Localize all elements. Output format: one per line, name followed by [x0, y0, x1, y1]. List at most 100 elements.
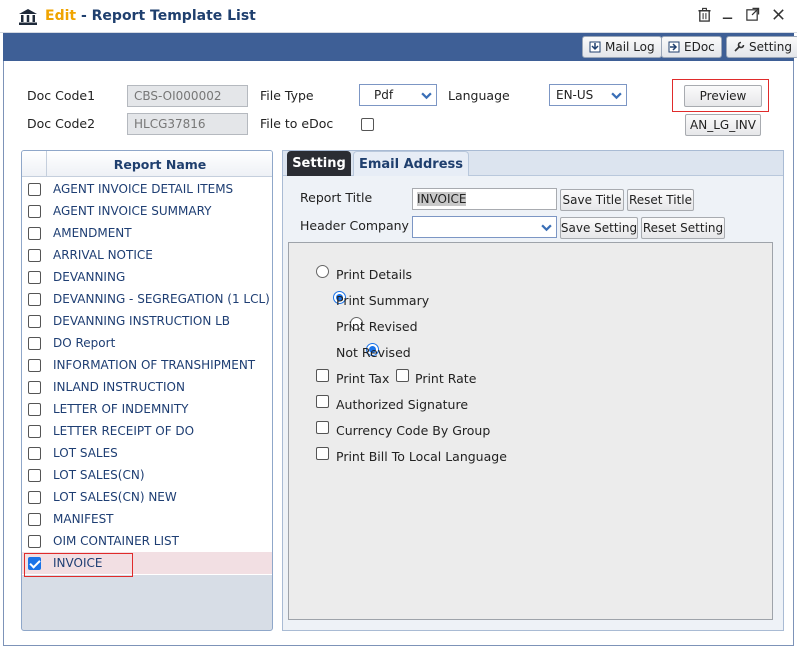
report-list-item[interactable]: AMENDMENT: [22, 222, 272, 244]
edoc-icon: [668, 41, 680, 53]
report-list-item[interactable]: LETTER RECEIPT OF DO: [22, 420, 272, 442]
report-item-checkbox[interactable]: [28, 336, 41, 350]
close-icon[interactable]: [769, 7, 787, 25]
report-list-item[interactable]: LOT SALES(CN) NEW: [22, 486, 272, 508]
report-item-checkbox[interactable]: [28, 204, 41, 218]
report-list: AGENT INVOICE DETAIL ITEMS AGENT INVOICE …: [22, 177, 272, 575]
chevron-down-icon: [416, 85, 436, 105]
report-item-name: DEVANNING - SEGREGATION (1 LCL): [53, 292, 270, 306]
report-item-name: DO Report: [53, 336, 116, 350]
language-select[interactable]: EN-US: [549, 84, 627, 106]
minimize-icon[interactable]: [718, 7, 736, 25]
authorized-signature-label: Authorized Signature: [336, 397, 469, 412]
report-list-item[interactable]: LOT SALES(CN): [22, 464, 272, 486]
report-item-checkbox[interactable]: [28, 556, 41, 570]
report-item-checkbox[interactable]: [28, 314, 41, 328]
report-item-checkbox[interactable]: [28, 512, 41, 526]
edoc-button[interactable]: EDoc: [661, 36, 722, 58]
chevron-down-icon: [536, 217, 556, 237]
report-list-item[interactable]: LETTER OF INDEMNITY: [22, 398, 272, 420]
report-list-item[interactable]: INVOICE: [22, 552, 272, 574]
not-revised-label: Not Revised: [336, 345, 411, 360]
print-tax-label: Print Tax: [336, 371, 390, 386]
report-item-name: LETTER OF INDEMNITY: [53, 402, 189, 416]
report-list-item[interactable]: DEVANNING - SEGREGATION (1 LCL): [22, 288, 272, 310]
report-item-checkbox[interactable]: [28, 468, 41, 482]
report-list-item[interactable]: LOT SALES: [22, 442, 272, 464]
report-item-name: OIM CONTAINER LIST: [53, 534, 179, 548]
print-details-label: Print Details: [336, 267, 413, 282]
save-setting-button[interactable]: Save Setting: [560, 217, 638, 239]
report-item-name: INLAND INSTRUCTION: [53, 380, 185, 394]
report-item-name: DEVANNING: [53, 270, 126, 284]
preview-button[interactable]: Preview: [684, 85, 762, 107]
report-item-checkbox[interactable]: [28, 424, 41, 438]
report-item-checkbox[interactable]: [28, 380, 41, 394]
report-list-item[interactable]: INFORMATION OF TRANSHIPMENT: [22, 354, 272, 376]
save-title-button[interactable]: Save Title: [560, 189, 624, 211]
report-item-checkbox[interactable]: [28, 534, 41, 548]
file-type-label: File Type: [260, 88, 314, 103]
print-revised-label: Print Revised: [336, 319, 418, 334]
report-list-item[interactable]: DO Report: [22, 332, 272, 354]
doc-code2-field: HLCG37816: [127, 113, 248, 135]
report-title-label: Report Title: [300, 190, 373, 205]
report-item-checkbox[interactable]: [28, 490, 41, 504]
tab-setting[interactable]: Setting: [287, 151, 351, 176]
currency-code-by-group-checkbox[interactable]: [316, 421, 329, 434]
window-title: Edit - Report Template List: [45, 8, 256, 24]
doc-code1-label: Doc Code1: [27, 88, 96, 103]
report-item-name: AGENT INVOICE SUMMARY: [53, 204, 212, 218]
maximize-icon[interactable]: [743, 7, 761, 25]
edit-mode-label: Edit: [45, 8, 77, 24]
report-item-name: INVOICE: [53, 556, 103, 570]
tab-strip: Setting Email Address: [283, 151, 783, 176]
print-details-radio[interactable]: [316, 265, 329, 278]
report-name-column-header[interactable]: Report Name: [48, 157, 272, 172]
report-item-name: LOT SALES(CN): [53, 468, 145, 482]
report-item-checkbox[interactable]: [28, 226, 41, 240]
report-item-checkbox[interactable]: [28, 248, 41, 262]
report-item-checkbox[interactable]: [28, 270, 41, 284]
reset-setting-button[interactable]: Reset Setting: [641, 217, 725, 239]
doc-code2-label: Doc Code2: [27, 116, 96, 131]
report-item-checkbox[interactable]: [28, 182, 41, 196]
report-item-name: AGENT INVOICE DETAIL ITEMS: [53, 182, 234, 196]
report-list-item[interactable]: ARRIVAL NOTICE: [22, 244, 272, 266]
report-item-checkbox[interactable]: [28, 402, 41, 416]
report-item-name: DEVANNING INSTRUCTION LB: [53, 314, 231, 328]
report-list-item[interactable]: DEVANNING: [22, 266, 272, 288]
report-list-item[interactable]: AGENT INVOICE SUMMARY: [22, 200, 272, 222]
report-item-checkbox[interactable]: [28, 292, 41, 306]
report-list-item[interactable]: AGENT INVOICE DETAIL ITEMS: [22, 178, 272, 200]
bank-icon: [18, 7, 38, 27]
file-type-select[interactable]: Pdf: [359, 84, 437, 106]
window-title-text: Report Template List: [91, 8, 256, 24]
mail-log-button[interactable]: Mail Log: [582, 36, 662, 58]
report-list-item[interactable]: DEVANNING INSTRUCTION LB: [22, 310, 272, 332]
tab-email-address[interactable]: Email Address: [353, 151, 469, 176]
file-to-edoc-checkbox[interactable]: [361, 118, 374, 131]
report-item-checkbox[interactable]: [28, 446, 41, 460]
report-item-name: LETTER RECEIPT OF DO: [53, 424, 195, 438]
report-list-item[interactable]: OIM CONTAINER LIST: [22, 530, 272, 552]
report-title-input[interactable]: INVOICE: [412, 188, 557, 210]
print-bill-local-language-label: Print Bill To Local Language: [336, 449, 507, 464]
setting-button[interactable]: Setting: [726, 36, 797, 58]
report-item-checkbox[interactable]: [28, 358, 41, 372]
template-code-button[interactable]: AN_LG_INV: [685, 114, 761, 136]
report-list-panel: Report Name AGENT INVOICE DETAIL ITEMS AG…: [21, 150, 273, 631]
delete-icon[interactable]: [695, 7, 713, 25]
print-rate-checkbox[interactable]: [396, 369, 409, 382]
wrench-icon: [734, 41, 745, 52]
header-company-select[interactable]: [412, 216, 557, 238]
reset-title-button[interactable]: Reset Title: [627, 189, 694, 211]
authorized-signature-checkbox[interactable]: [316, 395, 329, 408]
currency-code-by-group-label: Currency Code By Group: [336, 423, 491, 438]
report-list-item[interactable]: INLAND INSTRUCTION: [22, 376, 272, 398]
print-tax-checkbox[interactable]: [316, 369, 329, 382]
print-bill-local-language-checkbox[interactable]: [316, 447, 329, 460]
report-item-name: AMENDMENT: [53, 226, 132, 240]
report-list-item[interactable]: MANIFEST: [22, 508, 272, 530]
chevron-down-icon: [606, 85, 626, 105]
